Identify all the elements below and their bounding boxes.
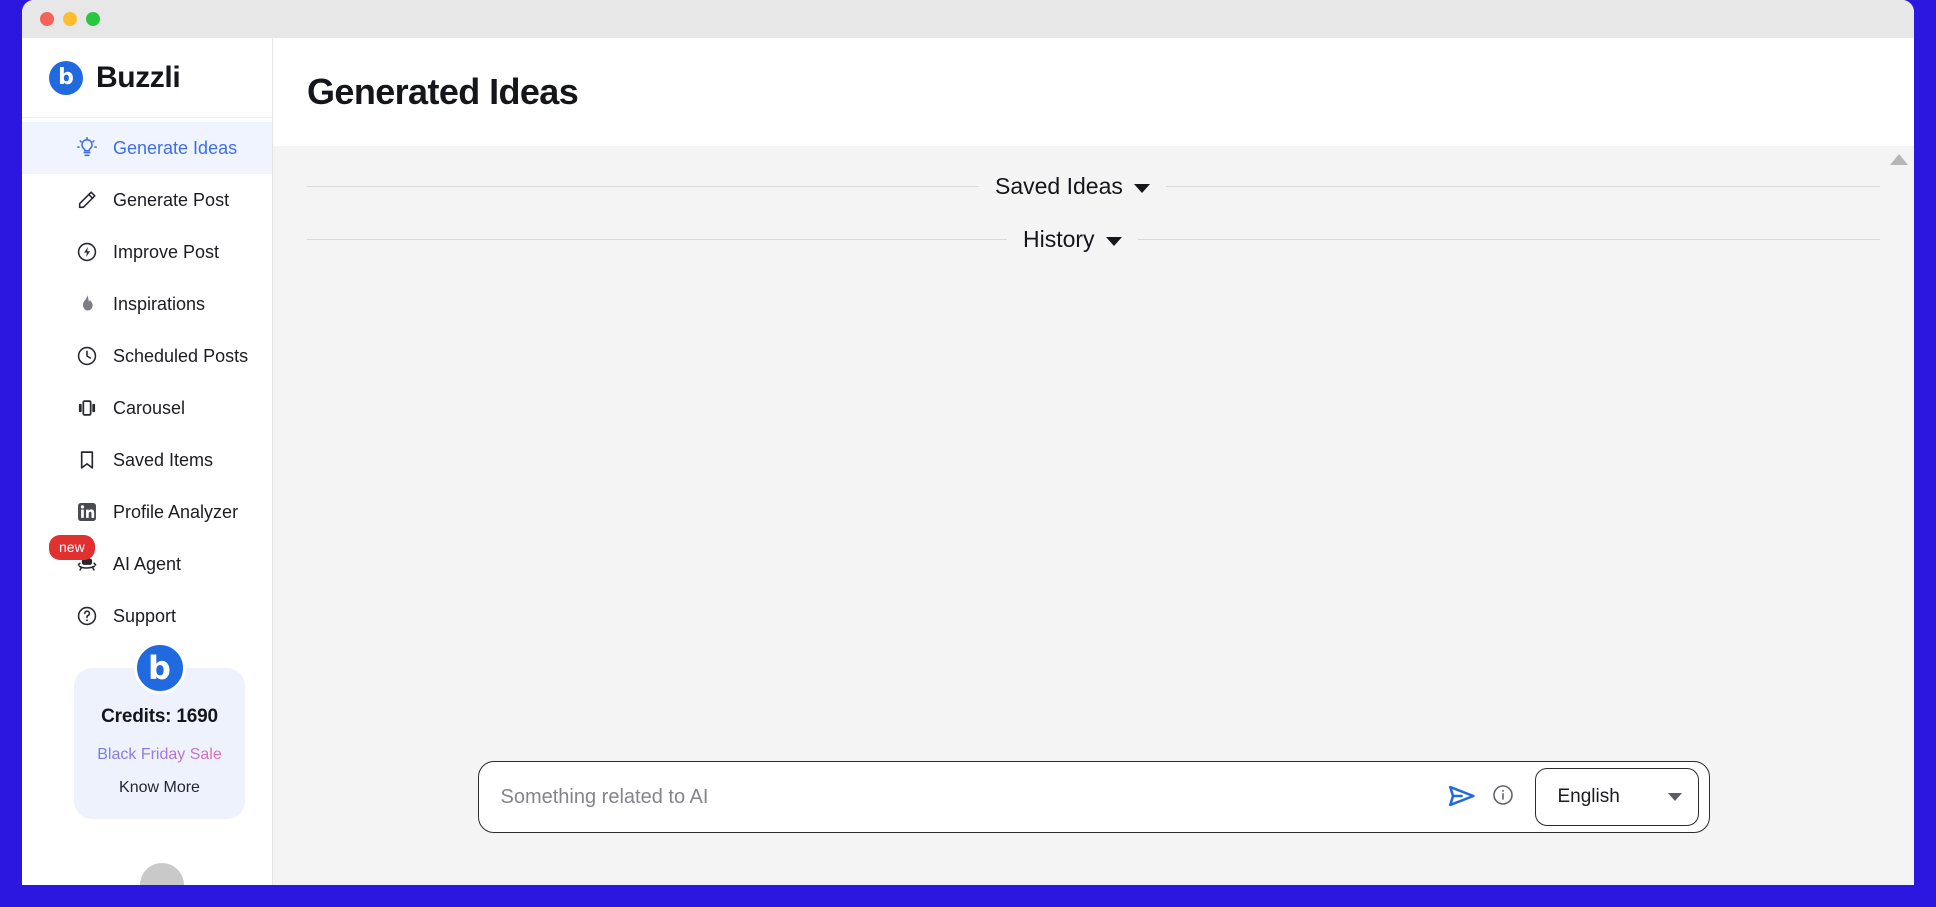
carousel-icon [75, 396, 99, 420]
prompt-composer: English [477, 761, 1710, 833]
sidebar-item-scheduled-posts[interactable]: Scheduled Posts [22, 330, 272, 382]
app-body: b Buzzli Generate Ideas Generate Post Im… [22, 38, 1914, 885]
section-label: History [1023, 226, 1095, 252]
buzzli-logo-icon: b [49, 60, 83, 95]
sidebar-item-label: Carousel [113, 397, 186, 418]
section-label-wrap: History [1023, 226, 1122, 253]
page-header: Generated Ideas [273, 38, 1914, 146]
info-circle-icon [1491, 783, 1515, 812]
question-circle-icon [75, 604, 99, 628]
sidebar-item-label: Inspirations [113, 293, 206, 314]
section-label-wrap: Saved Ideas [995, 173, 1150, 200]
content-scroll-area[interactable]: Saved Ideas History [273, 146, 1914, 735]
sidebar-item-generate-ideas[interactable]: Generate Ideas [22, 122, 272, 174]
bolt-circle-icon [75, 240, 99, 264]
app-frame: b Buzzli Generate Ideas Generate Post Im… [0, 0, 1936, 907]
section-history[interactable]: History [273, 226, 1914, 253]
main-content: Generated Ideas Saved Ideas History Some… [273, 38, 1914, 885]
chevron-down-icon [1105, 236, 1122, 246]
send-paper-plane-icon [1446, 780, 1478, 815]
sidebar-item-label: Support [113, 605, 177, 626]
buzzli-avatar-icon: b [133, 642, 186, 694]
send-button[interactable] [1439, 774, 1485, 820]
know-more-link[interactable]: Know More [84, 779, 235, 797]
sidebar-item-label: Saved Items [113, 449, 214, 470]
divider-rule [307, 186, 979, 187]
chevron-down-icon [1133, 183, 1150, 193]
user-avatar[interactable] [140, 863, 184, 885]
divider-rule [1137, 239, 1880, 240]
browser-window: b Buzzli Generate Ideas Generate Post Im… [22, 0, 1914, 885]
clock-icon [75, 344, 99, 368]
sidebar-item-label: AI Agent [113, 553, 182, 574]
section-label: Saved Ideas [995, 173, 1123, 199]
brand-name: Buzzli [96, 60, 181, 94]
window-close-button[interactable] [40, 12, 54, 26]
flame-icon [75, 292, 99, 316]
divider-rule [1165, 186, 1880, 187]
info-button[interactable] [1485, 779, 1521, 815]
sidebar-item-label: Profile Analyzer [113, 501, 239, 522]
language-value: English [1557, 786, 1620, 807]
new-badge: new [49, 535, 95, 560]
linkedin-icon [75, 500, 99, 524]
sidebar-item-label: Generate Ideas [113, 137, 238, 158]
sidebar: b Buzzli Generate Ideas Generate Post Im… [22, 38, 273, 885]
sidebar-item-generate-post[interactable]: Generate Post [22, 174, 272, 226]
window-maximize-button[interactable] [86, 12, 100, 26]
sidebar-item-label: Generate Post [113, 189, 230, 210]
sidebar-item-profile-analyzer[interactable]: Profile Analyzer [22, 486, 272, 538]
sidebar-item-inspirations[interactable]: Inspirations [22, 278, 272, 330]
divider-rule [307, 239, 1007, 240]
credits-amount: Credits: 1690 [101, 706, 218, 727]
composer-zone: English [273, 735, 1914, 885]
sidebar-item-label: Scheduled Posts [113, 345, 249, 366]
sidebar-item-saved-items[interactable]: Saved Items [22, 434, 272, 486]
section-saved-ideas[interactable]: Saved Ideas [273, 173, 1914, 200]
credits-card-wrapper: b Credits: 1690 Black Friday Sale Know M… [74, 642, 245, 819]
sidebar-item-support[interactable]: Support [22, 590, 272, 642]
sale-label: Black Friday Sale [84, 746, 235, 764]
chevron-down-icon [1667, 793, 1682, 801]
sidebar-item-carousel[interactable]: Carousel [22, 382, 272, 434]
lightbulb-icon [75, 136, 99, 160]
prompt-input[interactable] [500, 762, 1439, 832]
sidebar-item-label: Improve Post [113, 241, 220, 262]
page-title: Generated Ideas [307, 71, 579, 112]
bookmark-icon [75, 448, 99, 472]
sidebar-item-ai-agent[interactable]: new AI Agent [22, 535, 272, 590]
pencil-icon [75, 188, 99, 212]
language-select[interactable]: English [1534, 768, 1699, 826]
sidebar-item-improve-post[interactable]: Improve Post [22, 226, 272, 278]
window-titlebar [22, 0, 1914, 38]
sidebar-nav: Generate Ideas Generate Post Improve Pos… [22, 118, 272, 642]
scroll-up-arrow-icon[interactable] [1890, 154, 1908, 165]
window-minimize-button[interactable] [63, 12, 77, 26]
brand-header[interactable]: b Buzzli [22, 38, 272, 118]
